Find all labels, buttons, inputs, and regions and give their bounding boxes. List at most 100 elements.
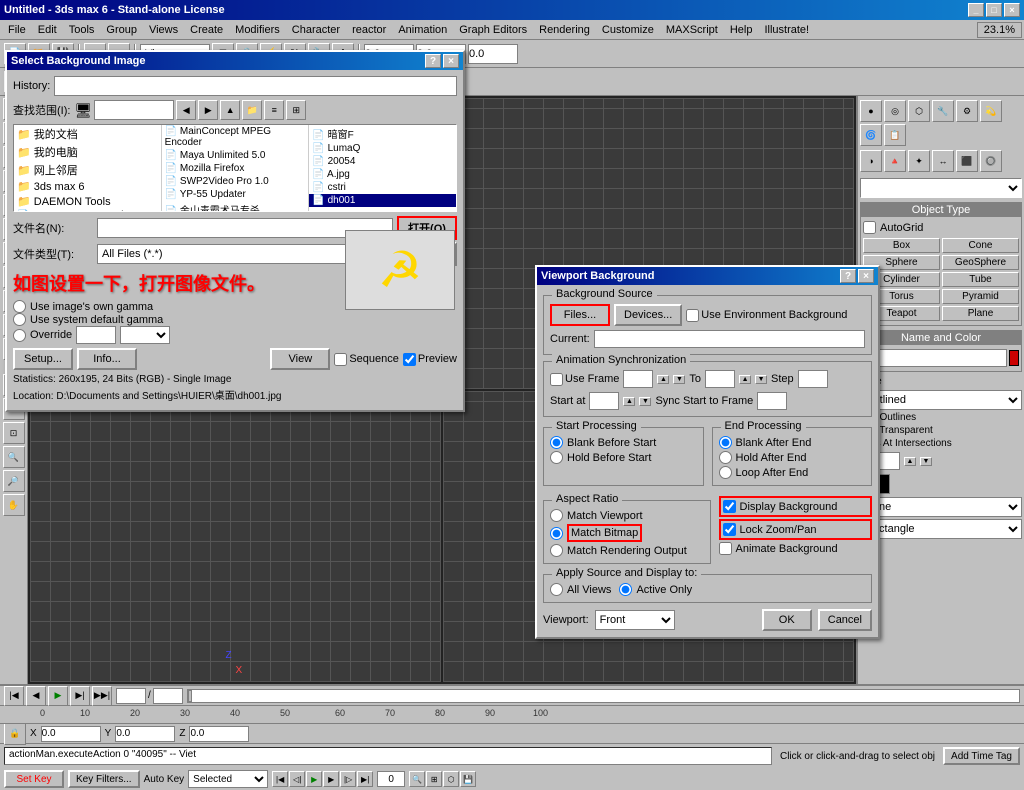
rp-icon13[interactable]: ⬛ xyxy=(956,150,978,172)
file-item-yp55[interactable]: 📄 YP-55 Updater xyxy=(162,188,309,201)
name-input[interactable] xyxy=(863,349,1007,367)
close-btn[interactable]: × xyxy=(1004,3,1020,17)
files-btn[interactable]: Files... xyxy=(550,304,610,326)
key-filters-btn[interactable]: Key Filters... xyxy=(68,770,140,788)
file-item-luma[interactable]: 📄 LumaQ xyxy=(309,142,456,155)
rect-select[interactable]: Rectangle xyxy=(860,519,1022,539)
anim-prev-key[interactable]: ◁| xyxy=(289,771,305,787)
rp-icon11[interactable]: ✦ xyxy=(908,150,930,172)
menu-illustrate[interactable]: Illustrate! xyxy=(758,22,815,38)
nav-up[interactable]: ▲ xyxy=(220,100,240,120)
maximize-btn[interactable]: □ xyxy=(986,3,1002,17)
menu-help[interactable]: Help xyxy=(724,22,759,38)
file-item-dark[interactable]: 📄 暗窗F xyxy=(309,125,456,142)
left-tool-scl[interactable]: ⊡ xyxy=(3,422,25,444)
frame-end[interactable]: 100 xyxy=(153,688,183,704)
left-tool-pan[interactable]: ✋ xyxy=(3,494,25,516)
set-key-btn[interactable]: Set Key xyxy=(4,770,64,788)
all-views-radio[interactable] xyxy=(550,583,563,596)
anim-frame-num[interactable] xyxy=(377,771,405,787)
rp-icon3[interactable]: ⬡ xyxy=(908,100,930,122)
file-item-maya[interactable]: 📄 Maya Unlimited 5.0 xyxy=(162,149,309,162)
setup-btn[interactable]: Setup... xyxy=(13,348,73,370)
nav-play[interactable]: ▶ xyxy=(48,686,68,706)
rp-icon2[interactable]: ◎ xyxy=(884,100,906,122)
vp-cancel-btn[interactable]: Cancel xyxy=(818,609,872,631)
menu-reactor[interactable]: reactor xyxy=(346,22,392,38)
to-val[interactable]: 30 xyxy=(705,370,735,388)
active-only-radio[interactable] xyxy=(619,583,632,596)
obj-btn-tube[interactable]: Tube xyxy=(942,272,1019,287)
to-spinner-up[interactable]: ▲ xyxy=(739,375,751,384)
vp-dialog-help[interactable]: ? xyxy=(840,269,856,283)
menu-rendering[interactable]: Rendering xyxy=(533,22,596,38)
lock-icon[interactable]: 🔒 xyxy=(4,723,26,745)
match-rendering-radio[interactable] xyxy=(550,544,563,557)
none-select[interactable]: None xyxy=(860,497,1022,517)
file-item-swp2[interactable]: 📄 SWP2Video Pro 1.0 xyxy=(162,175,309,188)
menu-file[interactable]: File xyxy=(2,22,32,38)
to-spinner-dn[interactable]: ▼ xyxy=(755,375,767,384)
blank-after-end[interactable] xyxy=(719,436,732,449)
obj-btn-box[interactable]: Box xyxy=(863,238,940,253)
menu-views[interactable]: Views xyxy=(143,22,184,38)
file-item-network[interactable]: 📁 网上邻居 xyxy=(14,161,161,179)
file-item-mc[interactable]: 📄 MainConcept MPEG Encoder xyxy=(162,125,309,149)
anim-misc2[interactable]: ⊞ xyxy=(426,771,442,787)
gamma-system[interactable] xyxy=(13,313,26,326)
menu-maxscript[interactable]: MAXScript xyxy=(660,22,724,38)
start-at-val[interactable]: 0 xyxy=(589,392,619,410)
obj-btn-pyramid[interactable]: Pyramid xyxy=(942,289,1019,304)
transform-z[interactable] xyxy=(468,44,518,64)
sync-start-val[interactable]: 0 xyxy=(757,392,787,410)
file-dialog-close[interactable]: × xyxy=(443,54,459,68)
file-list-area[interactable]: 📁 我的文档 📁 我的电脑 📁 网上邻居 📁 3ds max 6 📁 DAEMO… xyxy=(13,124,457,212)
menu-edit[interactable]: Edit xyxy=(32,22,63,38)
vp-dialog-close[interactable]: × xyxy=(858,269,874,283)
search-folder[interactable]: 桌面 xyxy=(94,100,174,120)
rp-icon6[interactable]: 💫 xyxy=(980,100,1002,122)
use-frame-check[interactable] xyxy=(550,373,563,386)
coord-z[interactable] xyxy=(189,726,249,742)
nav-next[interactable]: ▶| xyxy=(70,686,90,706)
start-at-spinner-dn[interactable]: ▼ xyxy=(639,397,651,406)
obj-btn-cone[interactable]: Cone xyxy=(942,238,1019,253)
sequence-check[interactable] xyxy=(334,353,347,366)
anim-last[interactable]: ▶| xyxy=(357,771,373,787)
menu-create[interactable]: Create xyxy=(184,22,229,38)
nav-prev[interactable]: ◀ xyxy=(26,686,46,706)
anim-misc4[interactable]: 💾 xyxy=(460,771,476,787)
hold-before-start[interactable] xyxy=(550,451,563,464)
rp-icon14[interactable]: 🔘 xyxy=(980,150,1002,172)
nav-first[interactable]: |◀ xyxy=(4,686,24,706)
vp-bg-dialog[interactable]: Viewport Background ? × Background Sourc… xyxy=(535,265,880,639)
file-item-dh001[interactable]: 📄 dh001 xyxy=(309,194,456,207)
nav-back[interactable]: ◀ xyxy=(176,100,196,120)
anim-misc1[interactable]: 🔍 xyxy=(409,771,425,787)
preview-check[interactable] xyxy=(403,353,416,366)
selected-dropdown[interactable]: Selected xyxy=(188,770,268,788)
loop-after-end[interactable] xyxy=(719,466,732,479)
animate-bg-check[interactable] xyxy=(719,542,732,555)
gamma-select[interactable] xyxy=(120,326,170,344)
add-time-tag-btn[interactable]: Add Time Tag xyxy=(943,747,1020,765)
match-bitmap-radio[interactable] xyxy=(550,527,563,540)
blank-before-start[interactable] xyxy=(550,436,563,449)
nav-list[interactable]: ≡ xyxy=(264,100,284,120)
history-input[interactable]: I:\3dsmax6\maps\Backgrounds xyxy=(54,76,457,96)
anim-play[interactable]: ▶ xyxy=(306,771,322,787)
use-env-bg-check[interactable] xyxy=(686,309,699,322)
menu-tools[interactable]: Tools xyxy=(63,22,101,38)
anim-next-key[interactable]: |▷ xyxy=(340,771,356,787)
file-item-firefox[interactable]: 📄 Mozilla Firefox xyxy=(162,162,309,175)
coord-x[interactable] xyxy=(41,726,101,742)
menu-modifiers[interactable]: Modifiers xyxy=(229,22,286,38)
rp-icon9[interactable]: ◑ xyxy=(860,150,882,172)
nav-last[interactable]: ▶▶| xyxy=(92,686,112,706)
coord-y[interactable] xyxy=(115,726,175,742)
menu-character[interactable]: Character xyxy=(286,22,346,38)
anim-first[interactable]: |◀ xyxy=(272,771,288,787)
file-dialog[interactable]: Select Background Image ? × History: I:\… xyxy=(5,50,465,412)
start-at-spinner-up[interactable]: ▲ xyxy=(623,397,635,406)
nav-details[interactable]: ⊞ xyxy=(286,100,306,120)
